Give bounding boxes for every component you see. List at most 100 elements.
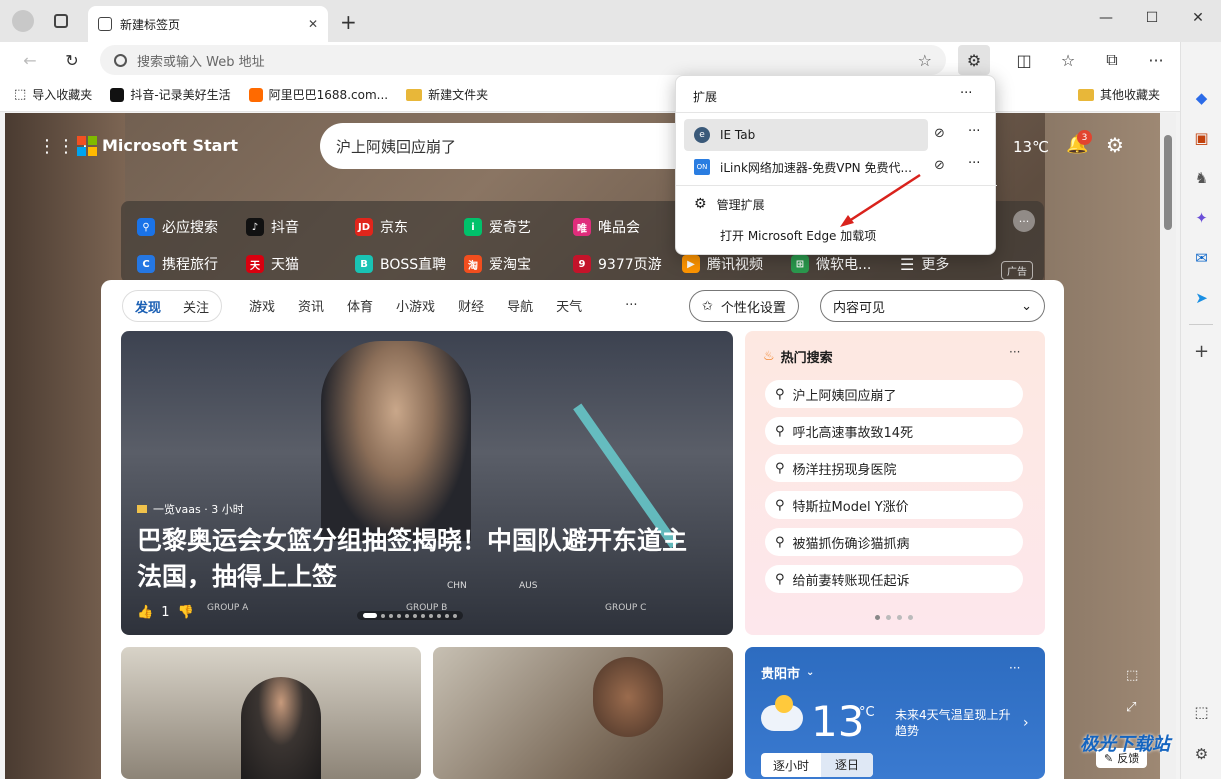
bookmark-other-favorites[interactable]: 其他收藏夹	[1078, 86, 1160, 103]
tab-hourly[interactable]: 逐小时	[761, 757, 821, 774]
hero-news-card[interactable]: 一览vaas · 3 小时 巴黎奥运会女篮分组抽签揭晓！中国队避开东道主法国，抽…	[121, 331, 733, 635]
extension-ie-tab[interactable]: e IE Tab	[684, 119, 928, 151]
address-bar[interactable]: 搜索或输入 Web 地址 ☆	[100, 45, 946, 75]
hero-headline[interactable]: 巴黎奥运会女篮分组抽签揭晓！中国队避开东道主法国，抽得上上签	[137, 523, 707, 595]
popup-more-icon[interactable]: ···	[960, 86, 972, 101]
hot-item-text: 沪上阿姨回应崩了	[792, 388, 897, 404]
tab-new-tab[interactable]: 新建标签页 ✕	[88, 6, 328, 42]
maximize-button[interactable]: ☐	[1130, 4, 1174, 32]
brand-name[interactable]: Microsoft Start	[102, 136, 238, 155]
content-visibility-dropdown[interactable]: 内容可见 ⌄	[820, 290, 1045, 322]
sidebar-settings-icon[interactable]: ⚙	[1181, 734, 1221, 774]
tab-mini-games[interactable]: 小游戏	[396, 296, 435, 315]
extensions-puzzle-icon[interactable]: ⚙	[958, 45, 990, 75]
thumbs-down-icon[interactable]: 👎	[177, 605, 193, 620]
minimize-button[interactable]: —	[1084, 4, 1128, 32]
weather-city[interactable]: 贵阳市 ⌄	[761, 663, 814, 682]
quicklink-more[interactable]: ☰ 更多	[900, 254, 949, 274]
sidebar-add-icon[interactable]: +	[1181, 331, 1221, 371]
expand-icon[interactable]: ⤢	[1126, 700, 1136, 715]
favorites-icon[interactable]: ☆	[1052, 45, 1084, 75]
bookmark-new-folder[interactable]: 新建文件夹	[406, 86, 488, 103]
tab-sports[interactable]: 体育	[347, 296, 373, 315]
favorite-star-icon[interactable]: ☆	[918, 51, 932, 70]
quicklink-boss[interactable]: B BOSS直聘	[355, 254, 446, 274]
extension-more-icon[interactable]: ···	[968, 156, 980, 171]
tab-navigation[interactable]: 导航	[507, 296, 533, 315]
tabs-more-button[interactable]: ···	[625, 298, 637, 313]
new-tab-button[interactable]: +	[340, 10, 357, 34]
collections-icon[interactable]: ⧉	[1096, 45, 1128, 75]
hot-search-item[interactable]: ⚲ 给前妻转账现任起诉	[765, 565, 1023, 593]
hot-search-item[interactable]: ⚲ 呼北高速事故致14死	[765, 417, 1023, 445]
quicklink-iqiyi[interactable]: i 爱奇艺	[464, 217, 531, 237]
hot-search-item[interactable]: ⚲ 沪上阿姨回应崩了	[765, 380, 1023, 408]
quicklink-9377[interactable]: 9 9377页游	[573, 254, 662, 274]
bookmark-label: 抖音-记录美好生活	[130, 88, 231, 102]
quicklink-microsoft-store[interactable]: ⊞ 微软电...	[791, 254, 871, 274]
bookmark-import[interactable]: ⬚ 导入收藏夹	[14, 86, 92, 103]
back-icon[interactable]: ←	[14, 45, 46, 75]
tab-follow[interactable]: 关注	[183, 297, 209, 316]
sidebar-chess-icon[interactable]: ♞	[1181, 158, 1221, 198]
scrollbar-thumb[interactable]	[1164, 135, 1172, 230]
profile-avatar-icon[interactable]	[12, 10, 34, 32]
address-input[interactable]: 搜索或输入 Web 地址	[137, 51, 908, 70]
tab-actions-icon[interactable]	[54, 14, 68, 28]
sidebar-m365-icon[interactable]: ✦	[1181, 198, 1221, 238]
more-menu-icon[interactable]: ···	[1140, 45, 1172, 75]
sidebar-toolbox-icon[interactable]: ▣	[1181, 118, 1221, 158]
hide-eye-icon[interactable]: ⊘	[934, 158, 945, 173]
weather-card[interactable]: 贵阳市 ⌄ ··· 13 °C 未来4天气温呈现上升趋势 › 逐小时 逐日	[745, 647, 1045, 779]
header-temperature[interactable]: 13℃	[1013, 138, 1049, 156]
close-window-button[interactable]: ✕	[1176, 4, 1220, 32]
tab-news[interactable]: 资讯	[298, 296, 324, 315]
tab-weather[interactable]: 天气	[556, 296, 582, 315]
hot-pagination[interactable]	[875, 615, 913, 620]
quicklink-tencent-video[interactable]: ▶ 腾讯视频	[682, 254, 763, 274]
sidebar-divider	[1189, 324, 1213, 325]
tab-daily[interactable]: 逐日	[821, 753, 874, 777]
settings-gear-icon[interactable]: ⚙	[1106, 133, 1124, 157]
tab-close-icon[interactable]: ✕	[308, 17, 318, 31]
quicklink-ctrip[interactable]: C 携程旅行	[137, 254, 218, 274]
quicklinks-more-icon[interactable]: ···	[1013, 210, 1035, 232]
hot-search-item[interactable]: ⚲ 被猫抓伤确诊猫抓病	[765, 528, 1023, 556]
personalize-button[interactable]: ✩ 个性化设置	[689, 290, 799, 322]
tab-discover[interactable]: 发现	[135, 297, 161, 316]
quicklink-bing[interactable]: ⚲ 必应搜索	[137, 217, 218, 237]
tab-finance[interactable]: 财经	[458, 296, 484, 315]
sidebar-send-icon[interactable]: ➤	[1181, 278, 1221, 318]
start-search-box[interactable]: 沪上阿姨回应崩了	[320, 123, 720, 169]
quicklink-vip[interactable]: 唯唯品会	[573, 217, 640, 237]
quicklink-douyin[interactable]: ♪ 抖音	[246, 217, 299, 237]
quicklink-tmall[interactable]: 天天猫	[246, 254, 299, 274]
quicklink-jd[interactable]: JD 京东	[355, 217, 408, 237]
game-ad-card[interactable]	[433, 647, 733, 779]
quicklink-label: 爱奇艺	[489, 220, 531, 236]
bookmark-1688[interactable]: 阿里巴巴1688.com...	[248, 86, 388, 103]
quicklink-aitaobao[interactable]: 淘爱淘宝	[464, 254, 531, 274]
notification-badge: 3	[1077, 130, 1092, 145]
split-screen-icon[interactable]: ◫	[1008, 45, 1040, 75]
bookmark-douyin[interactable]: 抖音-记录美好生活	[110, 86, 231, 103]
news-card-photo[interactable]	[121, 647, 421, 779]
tab-games[interactable]: 游戏	[249, 296, 275, 315]
hot-more-icon[interactable]: ···	[1009, 345, 1020, 359]
sidebar-screenshot-icon[interactable]: ⬚	[1181, 692, 1221, 732]
extension-label: IE Tab	[720, 128, 756, 142]
hot-search-item[interactable]: ⚲ 特斯拉Model Y涨价	[765, 491, 1023, 519]
chevron-right-icon[interactable]: ›	[1023, 715, 1029, 731]
quicklink-label: 微软电...	[816, 257, 872, 273]
sidebar-outlook-icon[interactable]: ✉	[1181, 238, 1221, 278]
refresh-icon[interactable]: ↻	[56, 45, 88, 75]
thumbs-up-icon[interactable]: 👍	[137, 605, 153, 620]
search-trending-text[interactable]: 沪上阿姨回应崩了	[336, 136, 456, 157]
image-info-icon[interactable]: ⬚	[1126, 668, 1138, 683]
carousel-indicator[interactable]	[357, 611, 463, 620]
hot-search-item[interactable]: ⚲ 杨洋拄拐现身医院	[765, 454, 1023, 482]
extension-more-icon[interactable]: ···	[968, 124, 980, 139]
hide-eye-icon[interactable]: ⊘	[934, 126, 945, 141]
sidebar-tag-icon[interactable]: ◆	[1181, 78, 1221, 118]
weather-more-icon[interactable]: ···	[1009, 661, 1020, 675]
